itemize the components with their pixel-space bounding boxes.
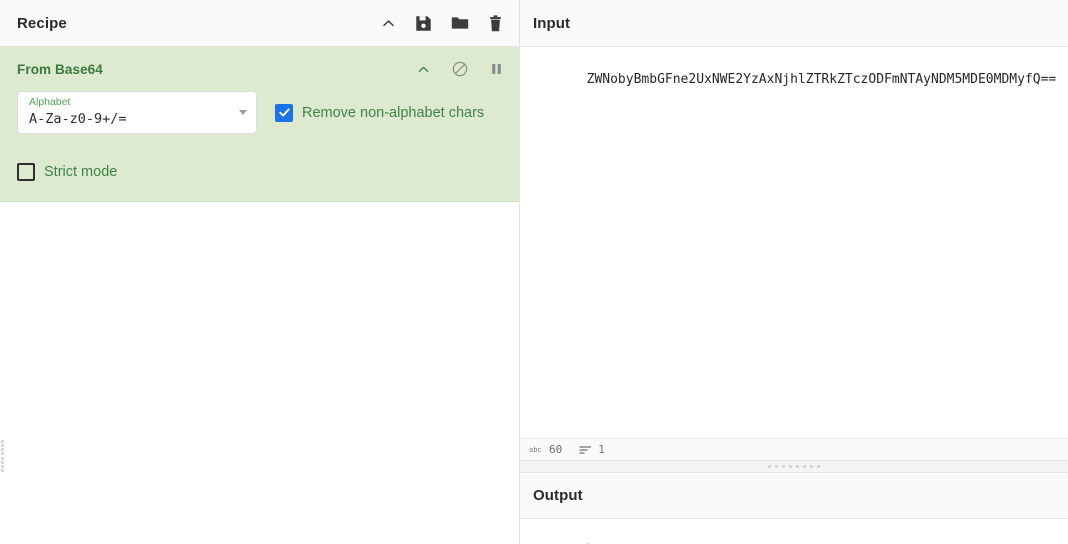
cyberchef-app: Recipe From Base64 Alphabet A-Za-z0-9+/=… [0,0,1068,544]
alphabet-label: Alphabet [29,96,71,108]
output-title: Output [533,487,583,504]
output-title-bar: Output [520,473,1068,519]
input-length-value: 60 [549,443,563,456]
alphabet-select[interactable]: Alphabet A-Za-z0-9+/= [17,91,257,134]
io-column: Input ZWNobyBmbGFne2UxNWE2YzAxNjhlZTRkZT… [520,0,1068,544]
input-status-bar: abc 60 1 [520,438,1068,460]
pause-icon[interactable] [490,62,503,76]
strict-mode-checkbox[interactable]: Strict mode [17,163,502,181]
input-lines-stat: 1 [579,444,605,455]
operation-title: From Base64 [17,61,103,77]
recipe-title: Recipe [17,14,67,32]
input-value: ZWNobyBmbGFne2UxNWE2YzAxNjhlZTRkZTczODFm… [586,72,1057,87]
input-title-bar: Input [520,0,1068,47]
checkbox-unchecked-icon[interactable] [17,163,35,181]
output-panel: Output echo flag{e15a6c0168ee4de7381f502… [520,473,1068,544]
input-length-stat: abc 60 [529,444,562,455]
chevron-down-icon[interactable] [239,110,247,115]
recipe-toolbar [381,14,503,32]
operation-header: From Base64 [0,47,519,91]
lines-icon [579,446,592,454]
operation-from-base64[interactable]: From Base64 Alphabet A-Za-z0-9+/= Remove… [0,47,519,202]
remove-non-alphabet-label: Remove non-alphabet chars [302,104,485,121]
recipe-panel: Recipe From Base64 Alphabet A-Za-z0-9+/=… [0,0,520,544]
operation-arguments: Alphabet A-Za-z0-9+/= Remove non-alphabe… [0,91,519,181]
input-title: Input [533,14,571,32]
svg-text:abc: abc [529,446,542,454]
folder-icon[interactable] [451,15,469,31]
alphabet-value: A-Za-z0-9+/= [29,111,127,127]
disable-icon[interactable] [452,61,468,77]
operation-actions [417,61,503,77]
recipe-title-bar: Recipe [0,0,519,47]
collapse-icon[interactable] [381,16,396,31]
input-textarea[interactable]: ZWNobyBmbGFne2UxNWE2YzAxNjhlZTRkZTczODFm… [520,47,1068,438]
recipe-drop-area[interactable] [0,202,519,544]
chevron-up-icon[interactable] [417,63,430,76]
output-textarea[interactable]: echo flag{e15a6c0168ee4de7381f5024390140… [520,519,1068,544]
remove-non-alphabet-checkbox[interactable]: Remove non-alphabet chars [275,103,485,122]
checkbox-checked-icon[interactable] [275,103,293,122]
input-panel: Input ZWNobyBmbGFne2UxNWE2YzAxNjhlZTRkZT… [520,0,1068,460]
io-splitter-handle[interactable] [520,460,1068,473]
input-lines-value: 1 [598,443,605,456]
strict-mode-label: Strict mode [44,164,118,180]
abc-icon: abc [529,446,542,454]
save-icon[interactable] [415,15,432,32]
trash-icon[interactable] [488,14,503,32]
argument-row-top: Alphabet A-Za-z0-9+/= Remove non-alphabe… [17,91,502,134]
recipe-splitter-handle[interactable] [0,440,5,472]
